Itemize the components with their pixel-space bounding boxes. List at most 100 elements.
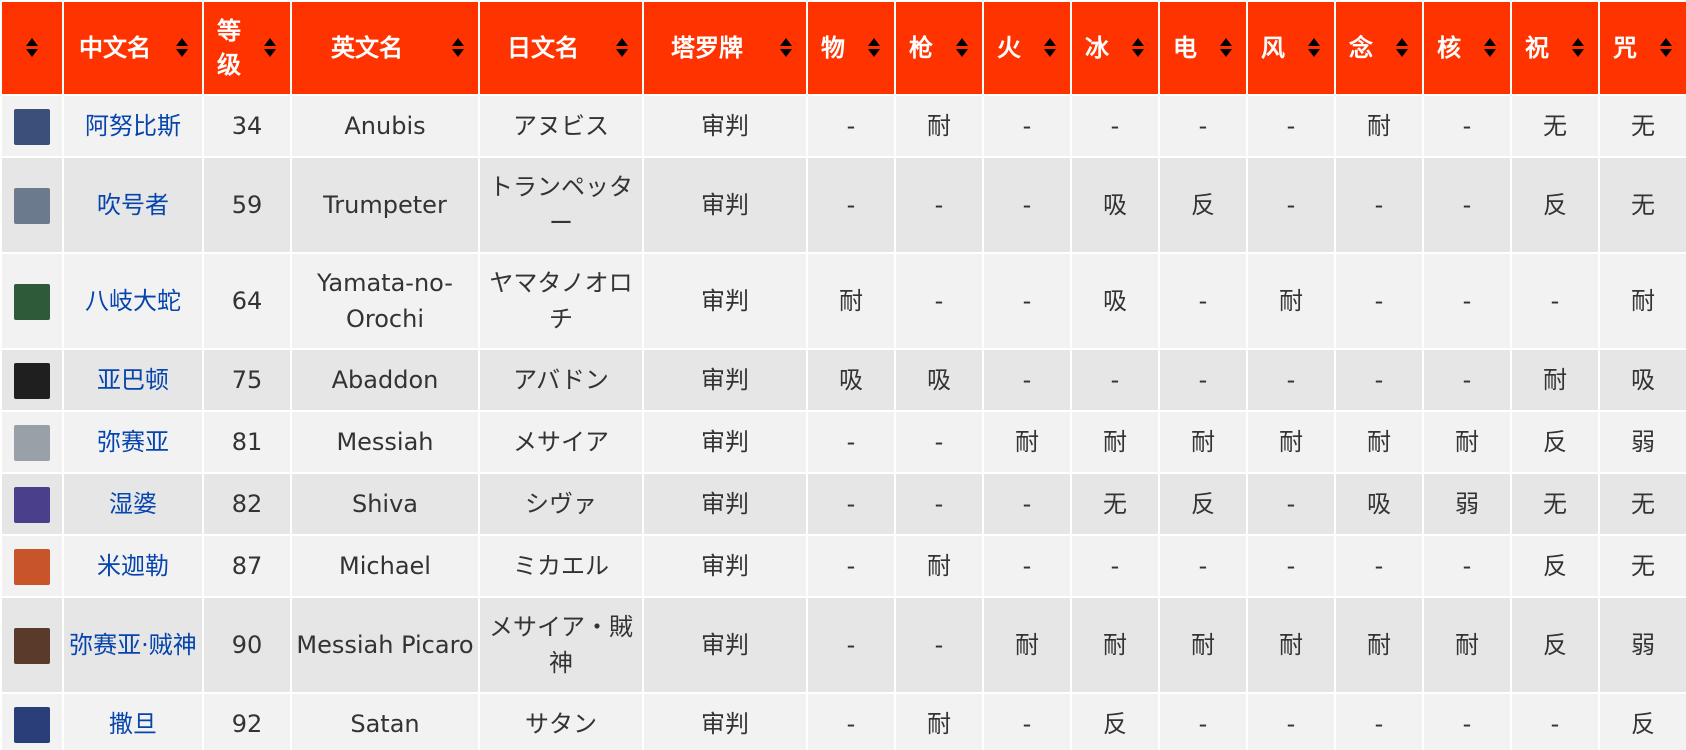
column-header-phys[interactable]: 物 <box>806 0 896 96</box>
persona-link[interactable]: 阿努比斯 <box>85 112 181 140</box>
level-cell: 92 <box>202 692 292 750</box>
portrait-cell <box>0 348 64 412</box>
gun-cell: - <box>894 596 984 694</box>
column-header-nuke[interactable]: 核 <box>1422 0 1512 96</box>
sort-both-icon[interactable] <box>1308 38 1320 58</box>
table-row: 阿努比斯 34 Anubis アヌビス 审判 - 耐 - - - - 耐 - 无… <box>0 94 1686 158</box>
sort-both-icon[interactable] <box>264 38 276 58</box>
nuke-cell: - <box>1422 94 1512 158</box>
column-header-level[interactable]: 等级 <box>202 0 292 96</box>
jp-name-cell: アヌビス <box>478 94 644 158</box>
column-header-ice[interactable]: 冰 <box>1070 0 1160 96</box>
fire-cell: - <box>982 534 1072 598</box>
sort-both-icon[interactable] <box>176 38 188 58</box>
sort-both-icon[interactable] <box>26 38 38 58</box>
persona-link[interactable]: 吹号者 <box>97 191 169 219</box>
column-header-elec[interactable]: 电 <box>1158 0 1248 96</box>
column-header-label: 中文名 <box>79 34 151 62</box>
portrait-cell <box>0 94 64 158</box>
curse-cell: 吸 <box>1598 348 1686 412</box>
level-cell: 59 <box>202 156 292 254</box>
column-header-tarot[interactable]: 塔罗牌 <box>642 0 808 96</box>
psy-cell: - <box>1334 348 1424 412</box>
psy-cell: 耐 <box>1334 596 1424 694</box>
column-header-en-name[interactable]: 英文名 <box>290 0 480 96</box>
tarot-cell: 审判 <box>642 348 808 412</box>
persona-link[interactable]: 撒旦 <box>109 710 157 738</box>
sort-both-icon[interactable] <box>1572 38 1584 58</box>
column-header-label: 枪 <box>909 34 933 62</box>
column-header-cn-name[interactable]: 中文名 <box>62 0 204 96</box>
sort-both-icon[interactable] <box>1044 38 1056 58</box>
column-header-label: 核 <box>1437 34 1461 62</box>
persona-link[interactable]: 米迦勒 <box>97 552 169 580</box>
column-header-wind[interactable]: 风 <box>1246 0 1336 96</box>
portrait-cell <box>0 252 64 350</box>
fire-cell: - <box>982 692 1072 750</box>
persona-link[interactable]: 八岐大蛇 <box>85 287 181 315</box>
sort-both-icon[interactable] <box>868 38 880 58</box>
cn-name-cell: 米迦勒 <box>62 534 204 598</box>
bless-cell: 耐 <box>1510 348 1600 412</box>
column-header-fire[interactable]: 火 <box>982 0 1072 96</box>
jp-name-cell: メサイア <box>478 410 644 474</box>
sort-both-icon[interactable] <box>1132 38 1144 58</box>
en-name-cell: Michael <box>290 534 480 598</box>
bless-cell: 反 <box>1510 410 1600 474</box>
bless-cell: - <box>1510 692 1600 750</box>
portrait-cell <box>0 692 64 750</box>
phys-cell: - <box>806 596 896 694</box>
jp-name-cell: メサイア・賊神 <box>478 596 644 694</box>
level-cell: 81 <box>202 410 292 474</box>
wind-cell: - <box>1246 534 1336 598</box>
nuke-cell: 弱 <box>1422 472 1512 536</box>
column-header-jp-name[interactable]: 日文名 <box>478 0 644 96</box>
sort-both-icon[interactable] <box>1396 38 1408 58</box>
wind-cell: - <box>1246 156 1336 254</box>
persona-portrait-icon <box>14 362 50 399</box>
phys-cell: - <box>806 410 896 474</box>
gun-cell: 耐 <box>894 94 984 158</box>
column-header-curse[interactable]: 咒 <box>1598 0 1686 96</box>
sort-both-icon[interactable] <box>1220 38 1232 58</box>
elec-cell: - <box>1158 252 1248 350</box>
nuke-cell: - <box>1422 348 1512 412</box>
psy-cell: - <box>1334 534 1424 598</box>
sort-both-icon[interactable] <box>780 38 792 58</box>
nuke-cell: 耐 <box>1422 596 1512 694</box>
phys-cell: 吸 <box>806 348 896 412</box>
persona-link[interactable]: 弥赛亚·贼神 <box>69 631 197 659</box>
column-header-bless[interactable]: 祝 <box>1510 0 1600 96</box>
level-cell: 87 <box>202 534 292 598</box>
column-header-psy[interactable]: 念 <box>1334 0 1424 96</box>
nuke-cell: - <box>1422 252 1512 350</box>
sort-both-icon[interactable] <box>616 38 628 58</box>
en-name-cell: Messiah <box>290 410 480 474</box>
sort-both-icon[interactable] <box>452 38 464 58</box>
table-row: 撒旦 92 Satan サタン 审判 - 耐 - 反 - - - - - 反 <box>0 692 1686 750</box>
gun-cell: - <box>894 156 984 254</box>
table-row: 米迦勒 87 Michael ミカエル 审判 - 耐 - - - - - - 反… <box>0 534 1686 598</box>
sort-both-icon[interactable] <box>1484 38 1496 58</box>
en-name-cell: Messiah Picaro <box>290 596 480 694</box>
sort-both-icon[interactable] <box>956 38 968 58</box>
column-header-gun[interactable]: 枪 <box>894 0 984 96</box>
persona-portrait-icon <box>14 283 50 320</box>
persona-portrait-icon <box>14 706 50 743</box>
column-header-portrait[interactable] <box>0 0 64 96</box>
column-header-label: 念 <box>1349 34 1373 62</box>
jp-name-cell: ヤマタノオロチ <box>478 252 644 350</box>
persona-link[interactable]: 亚巴顿 <box>97 366 169 394</box>
column-header-label: 冰 <box>1085 34 1109 62</box>
persona-link[interactable]: 弥赛亚 <box>97 428 169 456</box>
persona-link[interactable]: 湿婆 <box>109 490 157 518</box>
column-header-label: 电 <box>1173 34 1197 62</box>
curse-cell: 无 <box>1598 156 1686 254</box>
level-cell: 34 <box>202 94 292 158</box>
psy-cell: 吸 <box>1334 472 1424 536</box>
curse-cell: 无 <box>1598 534 1686 598</box>
sort-both-icon[interactable] <box>1660 38 1672 58</box>
fire-cell: - <box>982 252 1072 350</box>
tarot-cell: 审判 <box>642 692 808 750</box>
gun-cell: - <box>894 410 984 474</box>
